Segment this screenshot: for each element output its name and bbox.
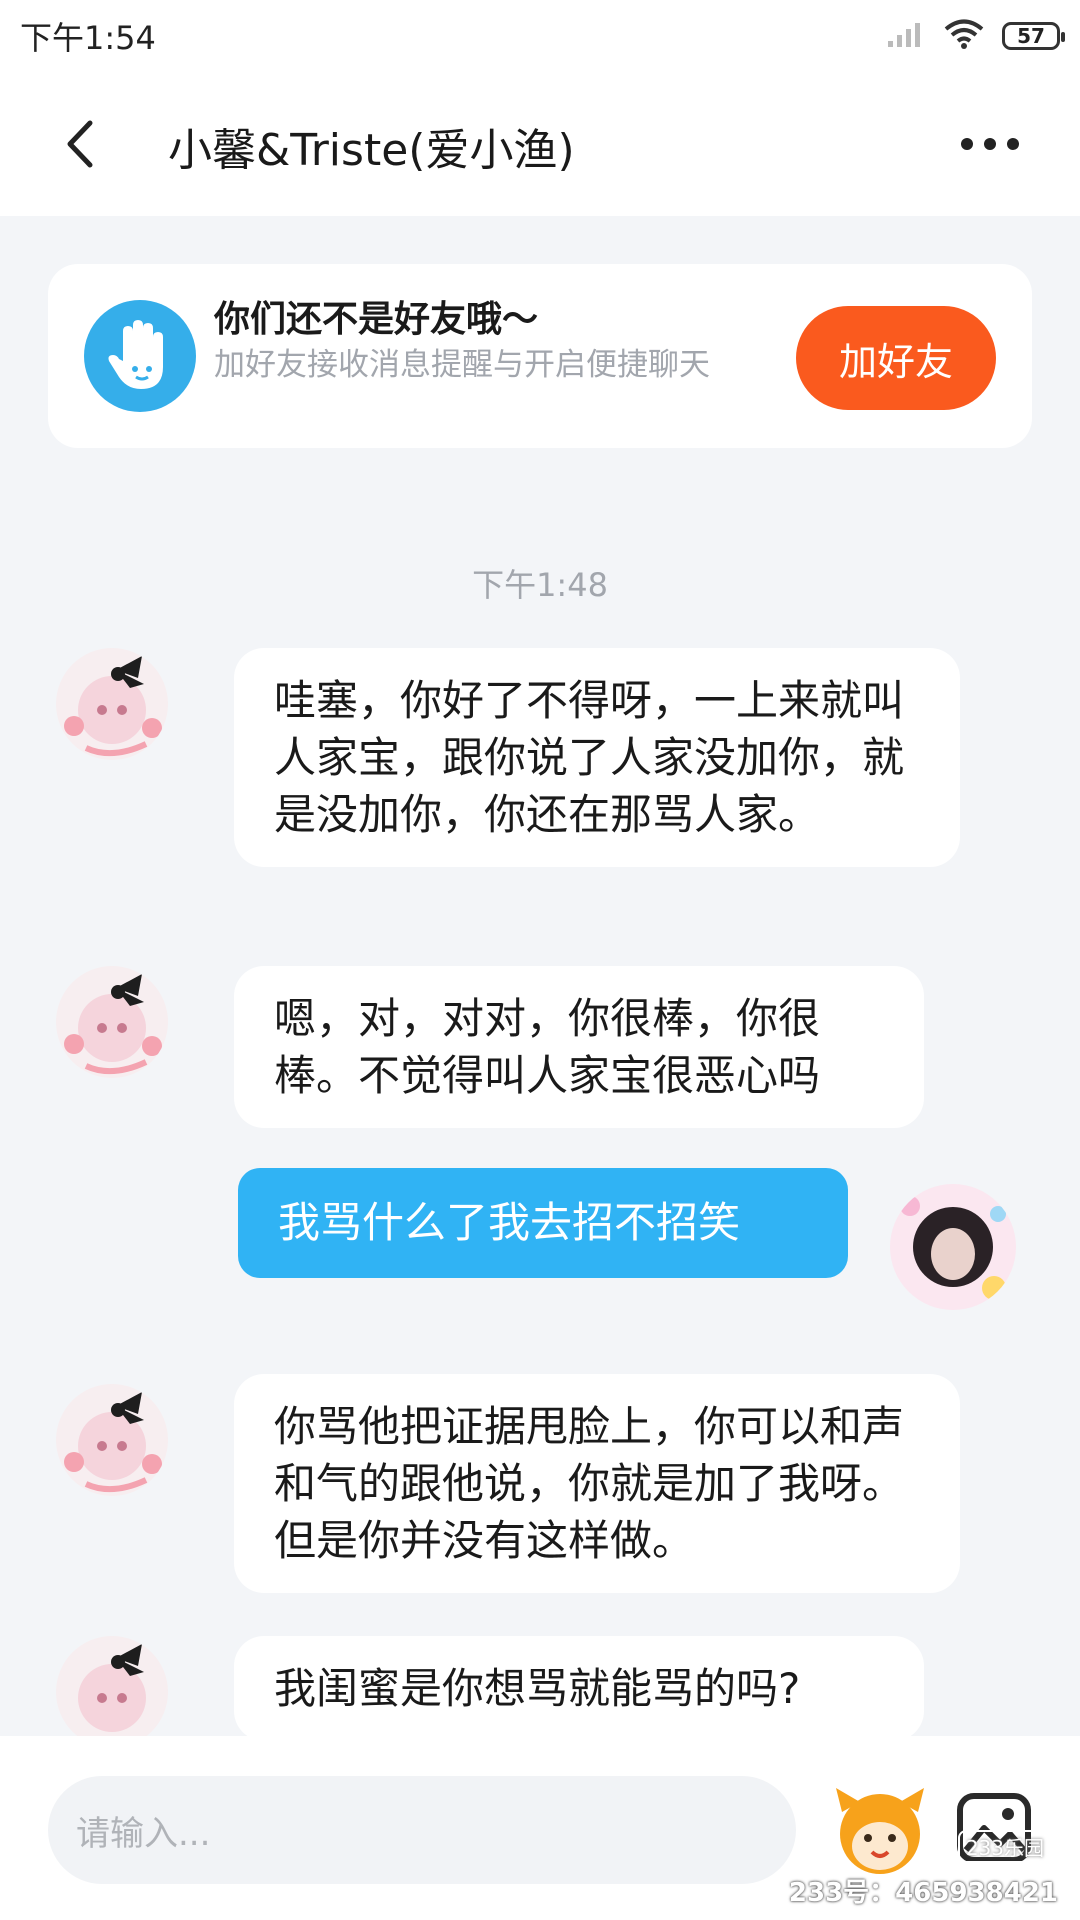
message-input[interactable]: 请输入... <box>48 1776 796 1884</box>
more-dots-icon <box>961 138 1019 150</box>
status-icons: 57 <box>886 18 1065 54</box>
card-title: 你们还不是好友哦～ <box>214 299 539 340</box>
signal-icon <box>886 19 926 53</box>
message-bubble[interactable]: 你骂他把证据甩脸上，你可以和声和气的跟他说，你就是加了我呀。但是你并没有这样做。 <box>234 1374 960 1593</box>
status-bar: 下午1:54 57 <box>0 0 1080 72</box>
back-button[interactable] <box>52 116 108 172</box>
add-friend-button[interactable]: 加好友 <box>796 306 996 410</box>
avatar[interactable] <box>56 1636 168 1748</box>
card-subtitle: 加好友接收消息提醒与开启便捷聊天 <box>214 347 710 383</box>
message-bubble[interactable]: 我骂什么了我去招不招笑 <box>238 1168 848 1278</box>
message-bubble[interactable]: 我闺蜜是你想骂就能骂的吗? <box>234 1636 924 1741</box>
emoji-mascot-icon <box>836 1788 924 1874</box>
add-friend-card: 你们还不是好友哦～ 加好友接收消息提醒与开启便捷聊天 加好友 <box>48 264 1032 448</box>
wave-hand-icon <box>84 300 196 412</box>
back-arrow-icon <box>67 120 93 168</box>
page-title: 小馨&Triste(爱小渔) <box>168 125 575 176</box>
message-bubble[interactable]: 哇塞，你好了不得呀，一上来就叫人家宝，跟你说了人家没加你，就是没加你，你还在那骂… <box>234 648 960 867</box>
emoji-button[interactable] <box>830 1782 930 1878</box>
wifi-icon <box>944 18 984 54</box>
more-button[interactable] <box>950 116 1030 172</box>
time-separator: 下午1:48 <box>472 566 608 604</box>
avatar[interactable] <box>890 1184 1016 1310</box>
watermark-id: 233号：465938421 <box>788 1878 1058 1908</box>
avatar[interactable] <box>56 1384 168 1496</box>
message-bubble[interactable]: 嗯，对，对对，你很棒，你很棒。不觉得叫人家宝很恶心吗 <box>234 966 924 1128</box>
watermark-logo: 233乐园 <box>957 1830 1052 1863</box>
avatar[interactable] <box>56 648 168 760</box>
battery-icon: 57 <box>1002 22 1065 50</box>
chat-header: 小馨&Triste(爱小渔) <box>0 72 1080 216</box>
status-time: 下午1:54 <box>20 19 156 57</box>
avatar[interactable] <box>56 966 168 1078</box>
